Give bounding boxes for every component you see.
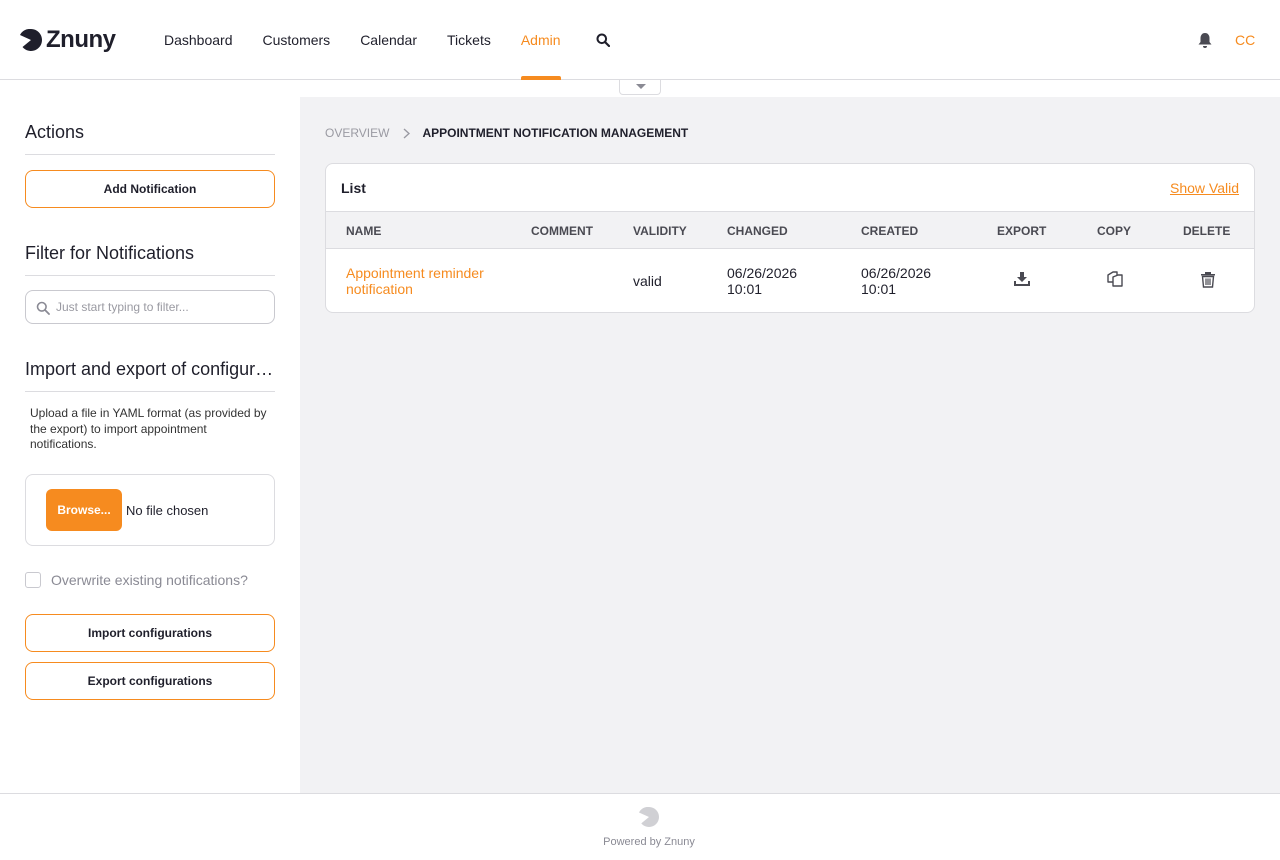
nav-calendar[interactable]: Calendar — [360, 0, 417, 80]
table-row: Appointment reminder notification valid … — [326, 249, 1254, 312]
column-validity[interactable]: VALIDITY — [633, 224, 687, 238]
znuny-logo-icon — [639, 807, 659, 827]
footer: Powered by Znuny — [0, 793, 1280, 860]
column-comment[interactable]: COMMENT — [531, 224, 593, 238]
list-title: List — [341, 180, 366, 196]
breadcrumb-current: APPOINTMENT NOTIFICATION MANAGEMENT — [422, 126, 689, 140]
nav-customers[interactable]: Customers — [263, 0, 331, 80]
search-icon[interactable] — [596, 33, 610, 47]
show-valid-link[interactable]: Show Valid — [1170, 180, 1239, 196]
import-description: Upload a file in YAML format (as provide… — [30, 406, 267, 451]
download-icon[interactable] — [1013, 270, 1031, 288]
trash-icon[interactable] — [1199, 270, 1217, 288]
toggle-header-button[interactable] — [619, 80, 661, 95]
column-export: EXPORT — [997, 224, 1047, 238]
chevron-right-icon — [404, 127, 411, 139]
export-configurations-button[interactable]: Export configurations — [25, 662, 275, 700]
file-status: No file chosen — [126, 503, 209, 518]
notification-name-link[interactable]: Appointment reminder notification — [346, 265, 516, 297]
created-cell: 06/26/2026 10:01 — [861, 265, 932, 297]
filter-heading: Filter for Notifications — [25, 243, 275, 276]
brand-logo[interactable]: Znuny — [20, 26, 116, 54]
brand-name: Znuny — [46, 26, 116, 53]
filter-input[interactable] — [56, 297, 266, 317]
user-avatar[interactable]: CC — [1235, 32, 1255, 48]
column-created[interactable]: CREATED — [861, 224, 918, 238]
overwrite-checkbox[interactable] — [25, 572, 41, 588]
actions-heading: Actions — [25, 122, 275, 155]
powered-by-text: Powered by Znuny — [603, 836, 695, 848]
nav-dashboard[interactable]: Dashboard — [164, 0, 233, 80]
main-content: OVERVIEW APPOINTMENT NOTIFICATION MANAGE… — [300, 97, 1280, 794]
top-header: Znuny Dashboard Customers Calendar Ticke… — [0, 0, 1280, 80]
validity-cell: valid — [633, 273, 662, 289]
table-header: NAME COMMENT VALIDITY CHANGED CREATED EX… — [326, 211, 1254, 249]
nav-tickets[interactable]: Tickets — [447, 0, 491, 80]
breadcrumb: OVERVIEW APPOINTMENT NOTIFICATION MANAGE… — [325, 126, 688, 140]
overwrite-label[interactable]: Overwrite existing notifications? — [51, 572, 248, 588]
column-changed[interactable]: CHANGED — [727, 224, 788, 238]
bell-icon[interactable] — [1197, 32, 1213, 49]
column-copy: COPY — [1097, 224, 1132, 238]
notification-list-card: List Show Valid NAME COMMENT VALIDITY CH… — [325, 163, 1255, 313]
column-name[interactable]: NAME — [346, 224, 381, 238]
search-icon — [36, 301, 50, 315]
main-nav: Dashboard Customers Calendar Tickets Adm… — [164, 0, 591, 80]
column-delete: DELETE — [1183, 224, 1231, 238]
sidebar: Actions Add Notification Filter for Noti… — [0, 97, 300, 794]
file-upload: Browse... No file chosen — [25, 474, 275, 546]
browse-button[interactable]: Browse... — [46, 489, 122, 531]
import-configurations-button[interactable]: Import configurations — [25, 614, 275, 652]
import-export-heading: Import and export of configurations — [25, 359, 275, 392]
nav-admin[interactable]: Admin — [520, 0, 561, 80]
changed-cell: 06/26/2026 10:01 — [727, 265, 798, 297]
znuny-logo-icon — [20, 29, 42, 51]
breadcrumb-overview[interactable]: OVERVIEW — [325, 126, 389, 140]
filter-field[interactable] — [25, 290, 275, 324]
copy-icon[interactable] — [1106, 270, 1124, 288]
add-notification-button[interactable]: Add Notification — [25, 170, 275, 208]
